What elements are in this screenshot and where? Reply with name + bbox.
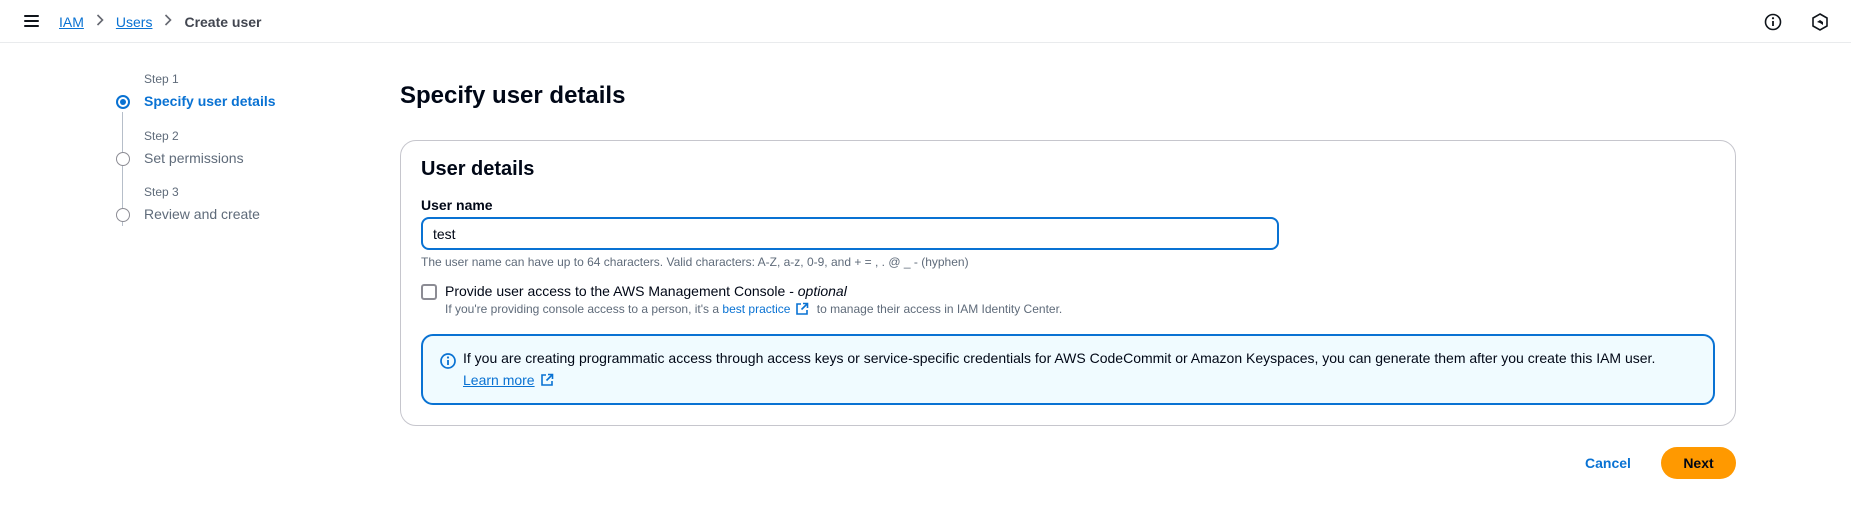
- username-constraint: The user name can have up to 64 characte…: [421, 255, 969, 269]
- section-title: User details: [421, 158, 535, 180]
- username-input[interactable]: [421, 217, 1279, 250]
- console-access-label[interactable]: Provide user access to the AWS Managemen…: [445, 283, 847, 299]
- step-kicker: Step 1: [144, 72, 179, 86]
- console-access-description: If you're providing console access to a …: [445, 302, 1062, 316]
- breadcrumb-users[interactable]: Users: [116, 14, 153, 30]
- external-link-icon[interactable]: [795, 302, 809, 316]
- username-label: User name: [421, 197, 493, 213]
- optional-label: optional: [797, 283, 847, 299]
- step-indicator-icon: [116, 208, 130, 222]
- step-title-specify-user-details[interactable]: Specify user details: [144, 93, 276, 109]
- console-desc-prefix: If you're providing console access to a …: [445, 302, 723, 316]
- top-bar: IAM Users Create user: [0, 0, 1851, 43]
- chevron-right-icon: [164, 13, 173, 30]
- step-kicker: Step 2: [144, 129, 179, 143]
- learn-more-link[interactable]: Learn more: [463, 372, 558, 388]
- breadcrumb-iam[interactable]: IAM: [59, 14, 84, 30]
- cancel-button[interactable]: Cancel: [1573, 447, 1643, 479]
- console-access-checkbox[interactable]: [421, 284, 437, 300]
- step-title-set-permissions: Set permissions: [144, 150, 244, 166]
- best-practice-link[interactable]: best practice: [722, 302, 790, 316]
- hamburger-menu-icon[interactable]: [22, 13, 42, 29]
- console-desc-suffix: to manage their access in IAM Identity C…: [813, 302, 1063, 316]
- info-circle-icon[interactable]: [1763, 12, 1783, 32]
- step-indicator-icon: [116, 152, 130, 166]
- step-kicker: Step 3: [144, 185, 179, 199]
- hexagon-settings-icon[interactable]: [1810, 12, 1830, 32]
- step-title-review-and-create: Review and create: [144, 206, 260, 222]
- console-access-label-text: Provide user access to the AWS Managemen…: [445, 283, 798, 299]
- info-alert-text: If you are creating programmatic access …: [463, 350, 1656, 366]
- breadcrumb-current: Create user: [184, 13, 262, 30]
- breadcrumb: IAM Users Create user: [59, 13, 262, 30]
- external-link-icon: [540, 373, 554, 387]
- next-button[interactable]: Next: [1661, 447, 1736, 479]
- chevron-right-icon: [96, 13, 104, 30]
- page-title: Specify user details: [400, 82, 626, 109]
- info-circle-icon: [439, 352, 457, 370]
- info-alert: If you are creating programmatic access …: [421, 334, 1715, 405]
- learn-more-label: Learn more: [463, 372, 535, 388]
- user-details-card: User details User name The user name can…: [400, 140, 1736, 426]
- step-active-indicator-icon: [116, 95, 130, 109]
